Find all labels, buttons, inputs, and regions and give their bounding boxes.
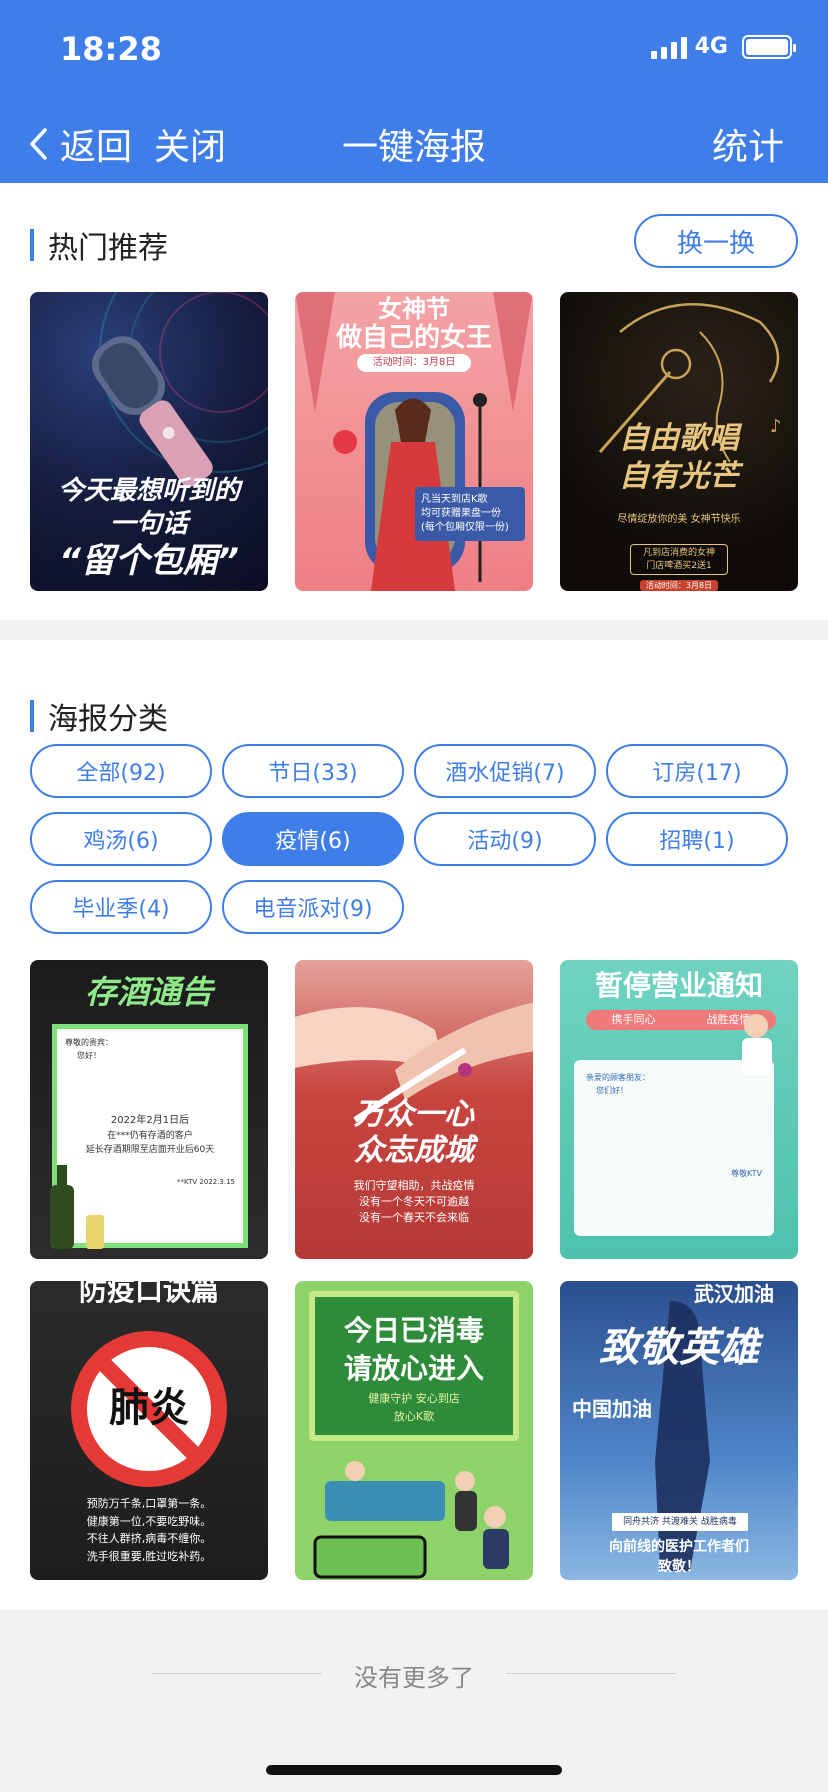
poster-2-note3: (每个包厢仅限一份) [421, 522, 509, 533]
category-chip-holiday[interactable]: 节日(33) [222, 744, 404, 798]
category-poster-6[interactable]: 武汉加油 致敬英雄 中国加油 同舟共济 共渡难关 战胜病毒 向前线的医护工作者们… [560, 1281, 798, 1580]
poster-prevention-line3: 不往人群挤,病毒不缠你。 [86, 1532, 212, 1546]
poster-3-line2: 自有光芒 [619, 459, 739, 494]
category-chip-graduation[interactable]: 毕业季(4) [30, 880, 212, 934]
list-footer: 没有更多了 [0, 1610, 828, 1792]
status-icons: 4G [650, 34, 796, 59]
poster-3-note: 凡到店消费的女神 门店啤酒买2送1 [630, 544, 728, 576]
poster-closure-sign: 尊敬KTV [731, 1168, 762, 1178]
poster-closure-body2: 您们好！ [596, 1085, 628, 1095]
nav-bar: 返回 关闭 一键海报 统计 [0, 110, 828, 170]
poster-wine-body2: 您好！ [77, 1050, 101, 1060]
poster-closure-sub1: 携手同心 [611, 1013, 656, 1026]
signal-icon [650, 35, 687, 59]
poster-prevention-mark: 肺炎 [109, 1385, 189, 1431]
stats-button[interactable]: 统计 [712, 118, 784, 170]
poster-wine-body1: 尊敬的贵宾： [65, 1038, 113, 1047]
poster-unity-body3: 没有一个春天不会来临 [359, 1211, 469, 1224]
poster-closure-sub2: 战胜疫情 [706, 1013, 751, 1026]
category-poster-3[interactable]: 暂停营业通知 携手同心 战胜疫情 亲爱的顾客朋友： 您们好！ 尊敬KTV [560, 960, 798, 1259]
poster-closure-body1: 亲爱的顾客朋友： [586, 1073, 650, 1082]
status-time: 18:28 [60, 30, 162, 68]
poster-closure-sheet: 亲爱的顾客朋友： 您们好！ 尊敬KTV [574, 1060, 774, 1236]
poster-3-date: 活动时间：3月8日 [640, 580, 718, 591]
app-header: 18:28 4G 返回 关闭 一键海报 统计 [0, 0, 828, 183]
hot-title: 热门推荐 [48, 231, 168, 266]
category-chip-event[interactable]: 活动(9) [414, 812, 596, 866]
poster-prevention-line1: 预防万千条,口罩第一条。 [86, 1497, 212, 1510]
home-indicator[interactable] [266, 1765, 562, 1775]
poster-unity-body1: 我们守望相助，共战疫情 [353, 1179, 475, 1192]
category-poster-1[interactable]: 存酒通告 尊敬的贵宾： 您好！ 2022年2月1日后 在***仍有存酒的客户 延… [30, 960, 268, 1259]
category-chip-inspiration[interactable]: 鸡汤(6) [30, 812, 212, 866]
poster-prevention-line2: 健康第一位,不要吃野味。 [86, 1514, 212, 1528]
hot-poster-1[interactable]: 今天最想听到的 一句话 “留个包厢” [30, 292, 268, 591]
poster-wuhan-bottom2: 致敬！ [658, 1559, 700, 1575]
category-poster-4[interactable]: 防疫口诀篇 肺炎 预防万千条,口罩第一条。 健康第一位,不要吃野味。 不往人群挤… [30, 1281, 268, 1580]
poster-3-note1: 凡到店消费的女神 [642, 548, 715, 558]
category-section: 海报分类 全部(92) 节日(33) 酒水促销(7) 订房(17) 鸡汤(6) … [0, 640, 828, 1610]
bar-scene-illustration [313, 1461, 509, 1579]
poster-prevention-rhymes: 预防万千条,口罩第一条。 健康第一位,不要吃野味。 不往人群挤,病毒不缠你。 洗… [30, 1495, 268, 1565]
poster-unity-title1: 万众一心 [354, 1097, 474, 1132]
poster-2-line2: 做自己的女王 [335, 323, 492, 353]
poster-3-note2: 门店啤酒买2送1 [646, 560, 712, 571]
poster-1-line1: 今天最想听到的 [57, 476, 240, 506]
poster-wuhan-big: 致敬英雄 [599, 1325, 759, 1371]
category-chip-drinks[interactable]: 酒水促销(7) [414, 744, 596, 798]
category-chip-hiring[interactable]: 招聘(1) [606, 812, 788, 866]
poster-1-line3: “留个包厢” [59, 541, 239, 581]
category-chip-all[interactable]: 全部(92) [30, 744, 212, 798]
poster-2-note2: 均可获赠果盘一份 [421, 508, 501, 519]
section-accent-bar [30, 700, 34, 732]
poster-closure-banner: 携手同心 战胜疫情 [586, 1010, 776, 1030]
category-poster-5[interactable]: 今日已消毒 请放心进入 健康守护 安心到店 放心K歌 [295, 1281, 533, 1580]
poster-wine-sign: **KTV 2022.3.15 [177, 1178, 235, 1187]
poster-closure-title: 暂停营业通知 [594, 969, 763, 1002]
poster-wine-body4: 延长存酒期限至店面开业后60天 [85, 1144, 215, 1155]
poster-wine-notice: 尊敬的贵宾： 您好！ 2022年2月1日后 在***仍有存酒的客户 延长存酒期限… [52, 1024, 248, 1248]
poster-unity-title2: 众志成城 [354, 1133, 474, 1168]
poster-wuhan-bottom1: 向前线的医护工作者们 [609, 1539, 749, 1555]
poster-prevention-line4: 洗手很重要,胜过吃补药。 [86, 1549, 212, 1563]
category-chip-booking[interactable]: 订房(17) [606, 744, 788, 798]
poster-wine-body3: 在***仍有存酒的客户 [107, 1130, 193, 1141]
category-chip-edm-party[interactable]: 电音派对(9) [222, 880, 404, 934]
category-header: 海报分类 [30, 694, 168, 738]
poster-unity-body2: 没有一个冬天不可逾越 [359, 1195, 469, 1208]
poster-3-line1: 自由歌唱 [619, 421, 739, 456]
battery-icon [742, 34, 796, 59]
poster-wine-date: 2022年2月1日后 [110, 1114, 190, 1126]
poster-2-note: 凡当天到店K歌 均可获赠果盘一份 (每个包厢仅限一份) [415, 487, 525, 541]
category-poster-2[interactable]: 万众一心 众志成城 我们守望相助，共战疫情 没有一个冬天不可逾越 没有一个春天不… [295, 960, 533, 1259]
hot-header: 热门推荐 [30, 223, 168, 267]
page-title: 一键海报 [341, 127, 486, 168]
swap-button[interactable]: 换一换 [634, 214, 798, 268]
poster-wine-title: 存酒通告 [84, 973, 213, 1011]
hot-poster-3[interactable]: ♪ 自由歌唱 自有光芒 尽情绽放你的美 女神节快乐 凡到店消费的女神 门店啤酒买… [560, 292, 798, 591]
poster-2-note1: 凡当天到店K歌 [421, 494, 488, 505]
no-more-text: 没有更多了 [354, 1664, 474, 1692]
network-label: 4G [694, 34, 728, 59]
hot-poster-2[interactable]: 女神节 做自己的女王 活动时间：3月8日 凡当天到店K歌 均可获赠果盘一份 (每… [295, 292, 533, 591]
poster-3-sub: 尽情绽放你的美 女神节快乐 [617, 514, 741, 525]
poster-2-line1: 女神节 [378, 295, 450, 323]
category-chip-epidemic[interactable]: 疫情(6) [222, 812, 404, 866]
category-title: 海报分类 [48, 702, 168, 737]
poster-wuhan-mid: 中国加油 [572, 1397, 652, 1421]
poster-wuhan-box: 同舟共济 共渡难关 战胜病毒 [612, 1513, 748, 1531]
section-accent-bar [30, 229, 34, 261]
poster-2-date: 活动时间：3月8日 [357, 354, 471, 372]
hot-section: 热门推荐 换一换 今天最想听到的 一句话 “留个包厢” 女神节 做自己的女王 活… [0, 183, 828, 620]
poster-1-line2: 一句话 [109, 509, 188, 539]
